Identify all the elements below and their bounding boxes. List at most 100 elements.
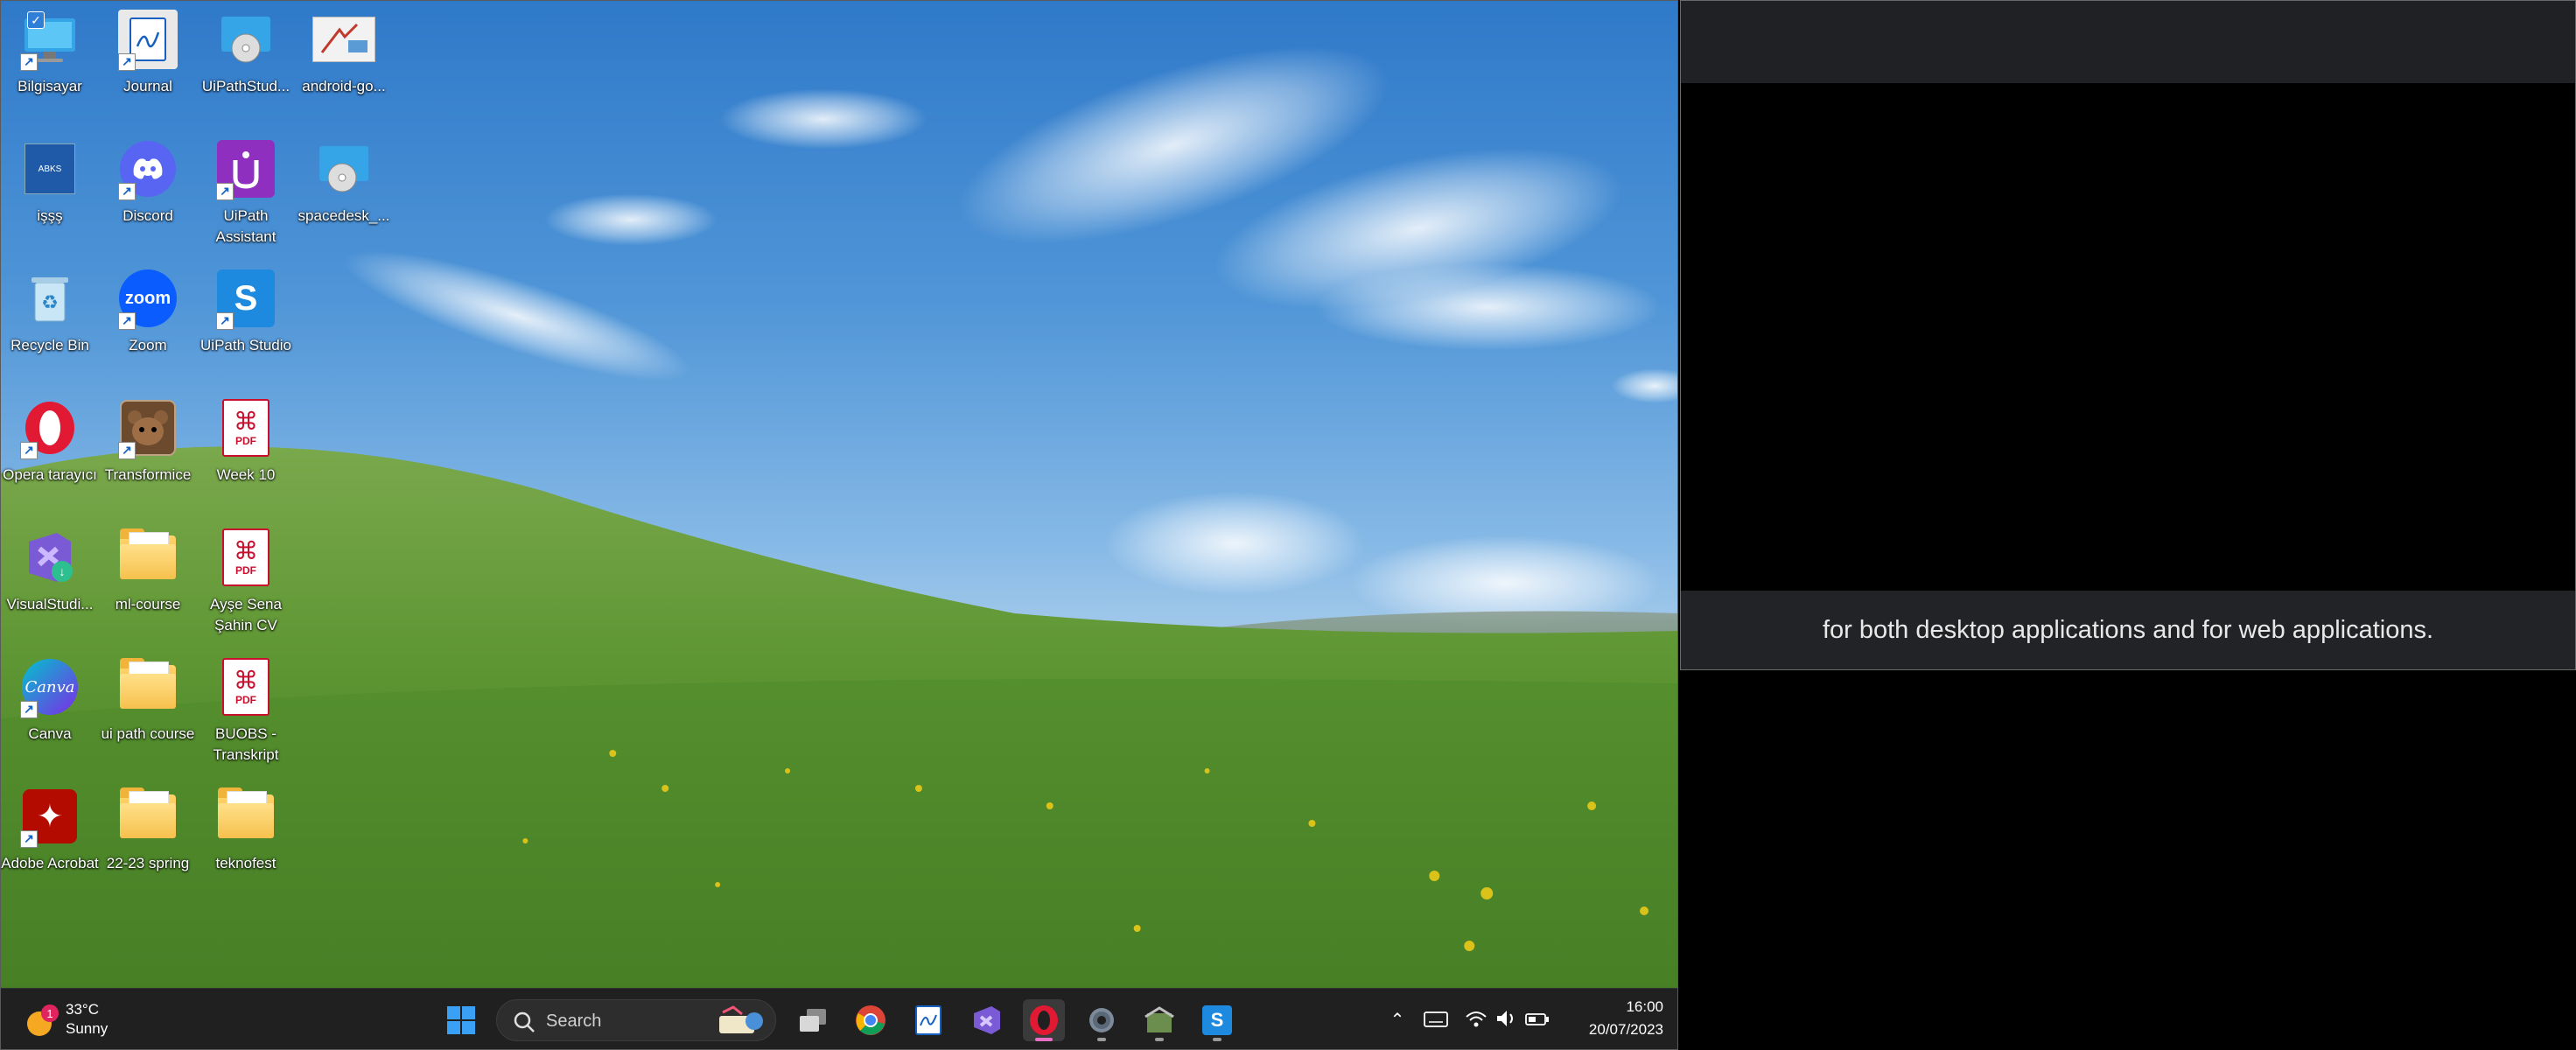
clock-time: 16:00 bbox=[1626, 998, 1663, 1015]
start-button[interactable] bbox=[440, 999, 482, 1041]
uipath-studio-icon: S bbox=[1202, 1005, 1232, 1035]
icon-label: Opera tarayıcı bbox=[3, 466, 97, 483]
video-panel[interactable]: for both desktop applications and for we… bbox=[1680, 0, 2576, 670]
desktop-icon-visualstudio[interactable]: ↓ VisualStudi... bbox=[1, 519, 99, 641]
disc-installer-icon bbox=[312, 137, 375, 200]
search-icon bbox=[514, 1012, 535, 1032]
search-highlight-illustration-icon bbox=[719, 1005, 763, 1033]
desktop-icon-android-go[interactable]: android-go... bbox=[295, 1, 393, 123]
taskbar-journal[interactable] bbox=[907, 999, 949, 1041]
shortcut-arrow-icon: ↗ bbox=[20, 442, 38, 459]
desktop: ✓ ↗ Bilgisayar ABKS işşş ♻ Recycle Bin ↗… bbox=[0, 0, 1678, 1050]
icon-label: VisualStudi... bbox=[6, 596, 94, 612]
folder-icon bbox=[214, 785, 277, 848]
taskbar-game-app[interactable] bbox=[1138, 999, 1180, 1041]
icon-label: Adobe Acrobat bbox=[1, 855, 99, 872]
running-indicator bbox=[1155, 1038, 1164, 1041]
caption-text: for both desktop applications and for we… bbox=[1822, 615, 2434, 644]
desktop-icon-discord[interactable]: ↗ Discord bbox=[99, 130, 197, 253]
clock-date: 20/07/2023 bbox=[1588, 1021, 1663, 1038]
show-hidden-icons-chevron-icon[interactable]: ⌃ bbox=[1383, 1006, 1411, 1034]
desktop-icon-recycle-bin[interactable]: ♻ Recycle Bin bbox=[1, 260, 99, 382]
weather-widget[interactable]: 1 33°C Sunny bbox=[24, 998, 199, 1043]
icon-label: Zoom bbox=[129, 337, 167, 354]
wifi-icon[interactable] bbox=[1464, 1006, 1490, 1034]
desktop-icon-transformice[interactable]: ↗ Transformice bbox=[99, 389, 197, 512]
journal-icon bbox=[915, 1005, 942, 1035]
transformice-mouse-icon: ↗ bbox=[116, 396, 179, 459]
task-view-button[interactable] bbox=[792, 999, 834, 1041]
video-top-bar bbox=[1681, 1, 2575, 83]
disc-installer-icon bbox=[214, 8, 277, 71]
visual-studio-icon bbox=[974, 1006, 1000, 1034]
icon-label: UiPath Assistant bbox=[215, 207, 276, 245]
running-indicator bbox=[1213, 1038, 1222, 1041]
icon-label: işşş bbox=[37, 207, 63, 224]
running-indicator bbox=[1035, 1038, 1053, 1041]
desktop-icon-zoom[interactable]: zoom ↗ Zoom bbox=[99, 260, 197, 382]
taskbar-chrome[interactable] bbox=[850, 999, 892, 1041]
desktop-icon-teknofest[interactable]: teknofest bbox=[197, 778, 295, 900]
adobe-acrobat-icon: ✦ ↗ bbox=[18, 785, 81, 848]
icon-label: Discord bbox=[122, 207, 173, 224]
shortcut-arrow-icon: ↗ bbox=[20, 830, 38, 848]
desktop-icon-buobs-transkript[interactable]: ⌘ PDF BUOBS - Transkript bbox=[197, 648, 295, 771]
game-app-icon bbox=[1144, 1006, 1174, 1032]
desktop-icon-uipathstudio-installer[interactable]: UiPathStud... bbox=[197, 1, 295, 123]
svg-text:♻: ♻ bbox=[41, 291, 59, 313]
desktop-icon-bilgisayar[interactable]: ✓ ↗ Bilgisayar bbox=[1, 1, 99, 123]
shortcut-arrow-icon: ↗ bbox=[20, 701, 38, 718]
opera-icon: ↗ bbox=[18, 396, 81, 459]
icon-label: BUOBS - Transkript bbox=[213, 725, 279, 763]
desktop-icon-canva[interactable]: Canva ↗ Canva bbox=[1, 648, 99, 771]
desktop-icon-journal[interactable]: ↗ Journal bbox=[99, 1, 197, 123]
weather-badge: 1 bbox=[46, 1007, 52, 1020]
desktop-icon-opera[interactable]: ↗ Opera tarayıcı bbox=[1, 389, 99, 512]
icon-label: Recycle Bin bbox=[10, 337, 89, 354]
taskbar: 1 33°C Sunny Search S ⌃ 16:00 20/07/2023 bbox=[1, 988, 1677, 1049]
icon-label: Bilgisayar bbox=[18, 78, 82, 94]
icon-label: Canva bbox=[28, 725, 72, 742]
desktop-icon-cv[interactable]: ⌘ PDF Ayşe Sena Şahin CV bbox=[197, 519, 295, 641]
canva-icon: Canva ↗ bbox=[18, 655, 81, 718]
journal-icon: ↗ bbox=[116, 8, 179, 71]
search-placeholder: Search bbox=[546, 1012, 602, 1031]
taskbar-settings[interactable] bbox=[1081, 999, 1123, 1041]
pdf-file-icon: ⌘ PDF bbox=[214, 526, 277, 589]
windows-logo-icon bbox=[447, 1006, 475, 1034]
icon-label: ml-course bbox=[115, 596, 181, 612]
desktop-icon-adobe-acrobat[interactable]: ✦ ↗ Adobe Acrobat bbox=[1, 778, 99, 900]
task-view-icon bbox=[800, 1009, 826, 1032]
volume-icon[interactable] bbox=[1494, 1006, 1520, 1034]
desktop-icon-ui-path-course[interactable]: ui path course bbox=[99, 648, 197, 771]
taskbar-search[interactable]: Search bbox=[496, 999, 776, 1041]
desktop-icon-22-23-spring[interactable]: 22-23 spring bbox=[99, 778, 197, 900]
desktop-icon-week-10[interactable]: ⌘ PDF Week 10 bbox=[197, 389, 295, 512]
desktop-icon-isss[interactable]: ABKS işşş bbox=[1, 130, 99, 253]
selection-checkbox[interactable]: ✓ bbox=[27, 11, 45, 29]
icon-label: Transformice bbox=[104, 466, 192, 483]
taskbar-clock[interactable]: 16:00 20/07/2023 bbox=[1567, 996, 1663, 1041]
battery-icon[interactable] bbox=[1523, 1006, 1553, 1034]
icon-label: ui path course bbox=[101, 725, 195, 742]
shortcut-arrow-icon: ↗ bbox=[118, 442, 136, 459]
keyboard-icon[interactable] bbox=[1422, 1006, 1453, 1034]
visual-studio-installer-icon: ↓ bbox=[18, 526, 81, 589]
uipath-assistant-icon: ↗ bbox=[214, 137, 277, 200]
desktop-icon-uipath-studio[interactable]: S ↗ UiPath Studio bbox=[197, 260, 295, 382]
abks-logo-icon: ABKS bbox=[24, 144, 75, 194]
desktop-icon-spacedesk[interactable]: spacedesk_... bbox=[295, 130, 393, 253]
icon-label: UiPathStud... bbox=[201, 78, 290, 94]
taskbar-uipath-studio[interactable]: S bbox=[1196, 999, 1238, 1041]
icon-label: spacedesk_... bbox=[298, 207, 390, 224]
desktop-icon-uipath-assistant[interactable]: ↗ UiPath Assistant bbox=[197, 130, 295, 253]
shortcut-arrow-icon: ↗ bbox=[118, 312, 136, 330]
desktop-icon-ml-course[interactable]: ml-course bbox=[99, 519, 197, 641]
taskbar-opera[interactable] bbox=[1023, 999, 1065, 1041]
taskbar-visual-studio[interactable] bbox=[965, 999, 1007, 1041]
uipath-studio-icon: S ↗ bbox=[214, 267, 277, 330]
caption-bar: for both desktop applications and for we… bbox=[1681, 591, 2575, 669]
icon-label: UiPath Studio bbox=[200, 337, 291, 354]
zoom-icon: zoom ↗ bbox=[116, 267, 179, 330]
folder-icon bbox=[116, 785, 179, 848]
